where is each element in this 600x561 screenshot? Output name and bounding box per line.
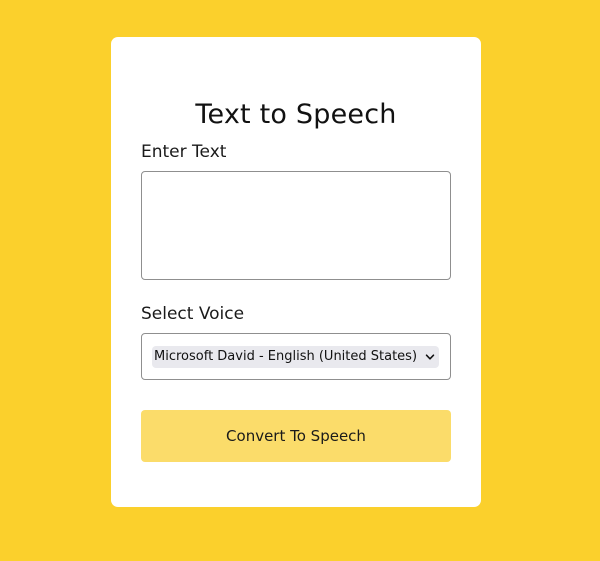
voice-select[interactable]: Microsoft David - English (United States… xyxy=(141,333,451,380)
convert-to-speech-button[interactable]: Convert To Speech xyxy=(141,410,451,462)
enter-text-label: Enter Text xyxy=(141,142,227,162)
text-input[interactable] xyxy=(141,171,451,280)
voice-select-value: Microsoft David - English (United States… xyxy=(154,349,418,364)
select-voice-label: Select Voice xyxy=(141,304,245,324)
chevron-down-icon xyxy=(425,354,435,360)
voice-select-value-box: Microsoft David - English (United States… xyxy=(152,346,439,368)
page-title: Text to Speech xyxy=(195,99,397,130)
tts-card: Text to Speech Enter Text Select Voice M… xyxy=(111,37,481,507)
